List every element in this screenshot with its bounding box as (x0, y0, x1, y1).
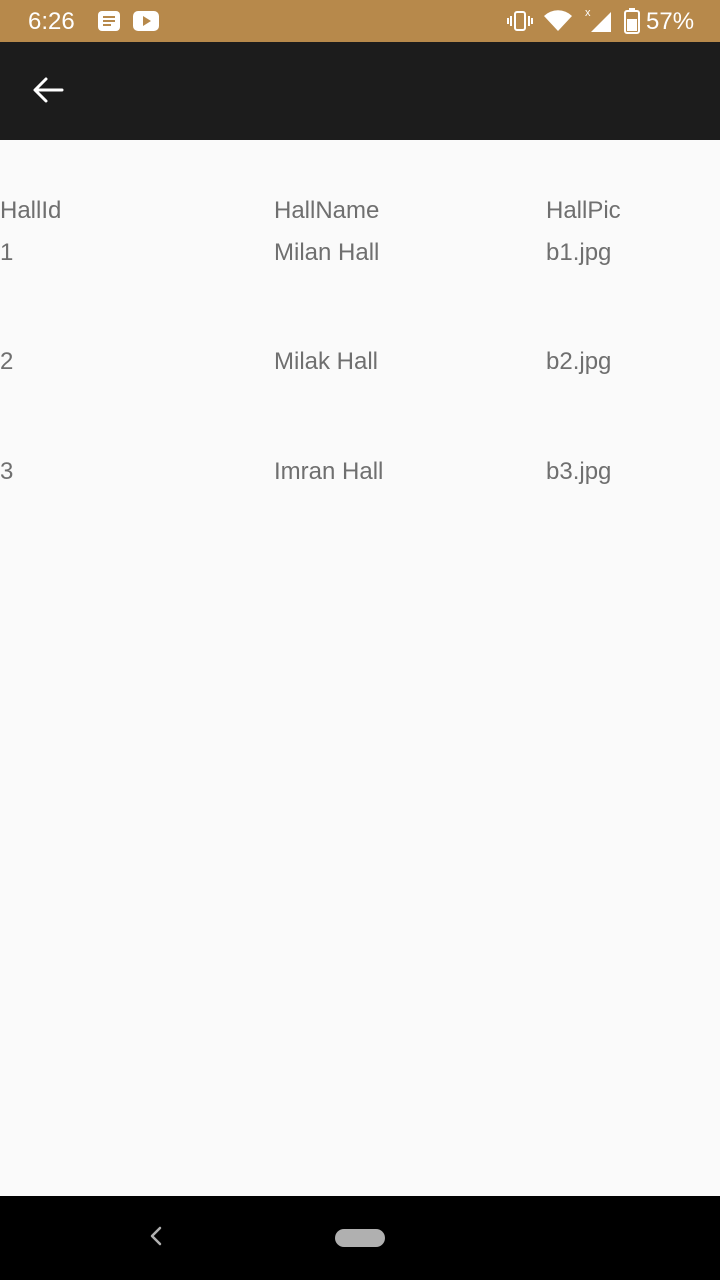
back-button[interactable] (20, 68, 76, 116)
battery-icon (624, 8, 640, 39)
header-hall-name: HallName (274, 197, 380, 224)
cell-hall-id: 2 (0, 348, 14, 375)
status-bar: 6:26 x 57% (0, 0, 720, 42)
youtube-icon (133, 11, 161, 31)
nav-back-button[interactable] (140, 1222, 172, 1254)
status-time: 6:26 (28, 8, 75, 35)
signal-icon: x (583, 6, 613, 39)
cell-hall-pic: b2.jpg (546, 348, 612, 375)
svg-text:x: x (585, 7, 591, 19)
message-icon (98, 11, 122, 31)
header-hall-pic: HallPic (546, 197, 621, 224)
cell-hall-name: Imran Hall (274, 458, 384, 485)
cell-hall-name: Milan Hall (274, 239, 380, 266)
table-header: HallId HallName HallPic (0, 196, 720, 228)
arrow-back-icon (32, 76, 64, 109)
wifi-icon (543, 9, 573, 38)
cell-hall-id: 3 (0, 458, 14, 485)
system-nav-bar (0, 1196, 720, 1280)
cell-hall-pic: b1.jpg (546, 239, 612, 266)
header-hall-id: HallId (0, 197, 62, 224)
cell-hall-pic: b3.jpg (546, 458, 612, 485)
chevron-left-icon (149, 1226, 163, 1251)
hall-table: HallId HallName HallPic 1 Milan Hall b1.… (0, 140, 720, 1196)
home-pill-icon[interactable] (335, 1229, 385, 1247)
battery-percent: 57% (646, 8, 695, 35)
cell-hall-name: Milak Hall (274, 348, 379, 375)
cell-hall-id: 1 (0, 239, 14, 266)
vibrate-icon (507, 10, 533, 37)
app-bar (0, 42, 720, 140)
